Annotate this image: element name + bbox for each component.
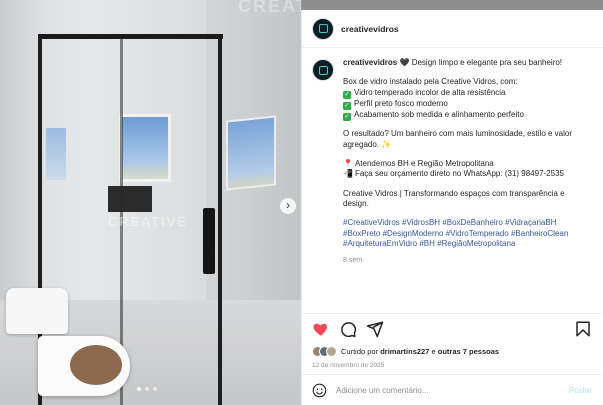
likes-prefix: Curtido por	[341, 347, 379, 356]
caption-tagline: Creative Vidros | Transformando espaços …	[343, 188, 565, 209]
hashtags[interactable]: #CreativeVidros #VidrosBH #BoxDeBanheiro…	[343, 218, 592, 250]
likes-joiner: e	[431, 347, 436, 356]
check-icon: ✓	[343, 90, 351, 99]
caption-location: Atendemos BH e Região Metropolitana	[354, 158, 494, 168]
caption-whatsapp: Faça seu orçamento direto no WhatsApp: (…	[354, 169, 564, 179]
feature-item: Perfil preto fosco moderno	[354, 98, 448, 108]
next-slide-button[interactable]: ›	[280, 198, 296, 214]
heart-icon[interactable]	[312, 320, 330, 338]
carousel-dot	[153, 387, 157, 391]
caption-result: O resultado? Um banheiro com mais lumino…	[343, 129, 572, 149]
carousel-dots	[137, 387, 157, 391]
bookmark-icon[interactable]	[574, 320, 592, 338]
phone-icon: 📲	[343, 169, 353, 179]
check-icon: ✓	[343, 101, 351, 110]
post-header: creativevidros	[302, 10, 603, 48]
shower-door-handle	[203, 208, 215, 274]
pin-icon: 📍	[343, 158, 353, 168]
toilet-tank	[6, 288, 68, 334]
caption-avatar[interactable]	[312, 59, 334, 81]
feature-item: Vidro temperado incolor de alta resistên…	[354, 87, 506, 97]
brand-logo-icon	[318, 65, 328, 75]
caption-intro: Design limpo e elegante pra seu banheiro…	[411, 58, 563, 67]
chevron-right-icon: ›	[286, 198, 290, 212]
likes-others[interactable]: outras 7 pessoas	[438, 347, 499, 356]
feature-item: Acabamento sob medida e alinhamento perf…	[354, 109, 524, 119]
check-icon: ✓	[343, 112, 351, 121]
caption-area: creativevidros 🖤 Design limpo e elegante…	[302, 50, 602, 312]
caption-line: Box de vidro instalado pela Creative Vid…	[343, 77, 518, 87]
share-icon[interactable]	[366, 320, 384, 338]
caption-time[interactable]: 8 sem	[343, 256, 592, 267]
window-reflection	[46, 128, 66, 180]
post-comment-button[interactable]: Postar	[569, 386, 592, 395]
comment-icon[interactable]	[339, 320, 357, 338]
liker-avatar[interactable]	[326, 346, 337, 357]
brand-logo-icon	[318, 24, 328, 33]
caption-username[interactable]: creativevidros	[343, 58, 397, 67]
image-watermark-top: CREATIVE	[238, 0, 301, 16]
image-watermark: CREATIVE	[108, 214, 189, 229]
carousel-dot	[137, 387, 141, 391]
toilet-opening	[70, 345, 122, 385]
black-heart-icon: 🖤	[399, 58, 410, 67]
window-reflection-right	[226, 115, 276, 191]
shower-frame-right	[218, 36, 222, 405]
header-username[interactable]: creativevidros	[341, 24, 399, 34]
post-media[interactable]: CREATIVE CREATIVE ›	[0, 0, 301, 405]
caption-text: creativevidros 🖤 Design limpo e elegante…	[343, 58, 592, 266]
avatar[interactable]	[312, 17, 334, 40]
post-actions: Curtido por drimartins227 e outras 7 pes…	[302, 313, 602, 369]
post-panel: creativevidros creativevidros 🖤 Design l…	[301, 10, 603, 405]
comment-bar: Adicione um comentário... Postar	[302, 374, 602, 405]
bathroom-window	[119, 114, 171, 182]
liker-username[interactable]: drimartins227	[380, 347, 429, 356]
emoji-icon[interactable]	[312, 383, 327, 398]
shower-frame-top	[38, 34, 223, 39]
carousel-dot	[145, 387, 149, 391]
comment-input[interactable]: Adicione um comentário...	[336, 386, 569, 395]
post-date: 12 de novembro de 2025	[312, 362, 385, 369]
likes-summary: Curtido por drimartins227 e outras 7 pes…	[312, 346, 592, 357]
wall-niche	[108, 186, 152, 212]
